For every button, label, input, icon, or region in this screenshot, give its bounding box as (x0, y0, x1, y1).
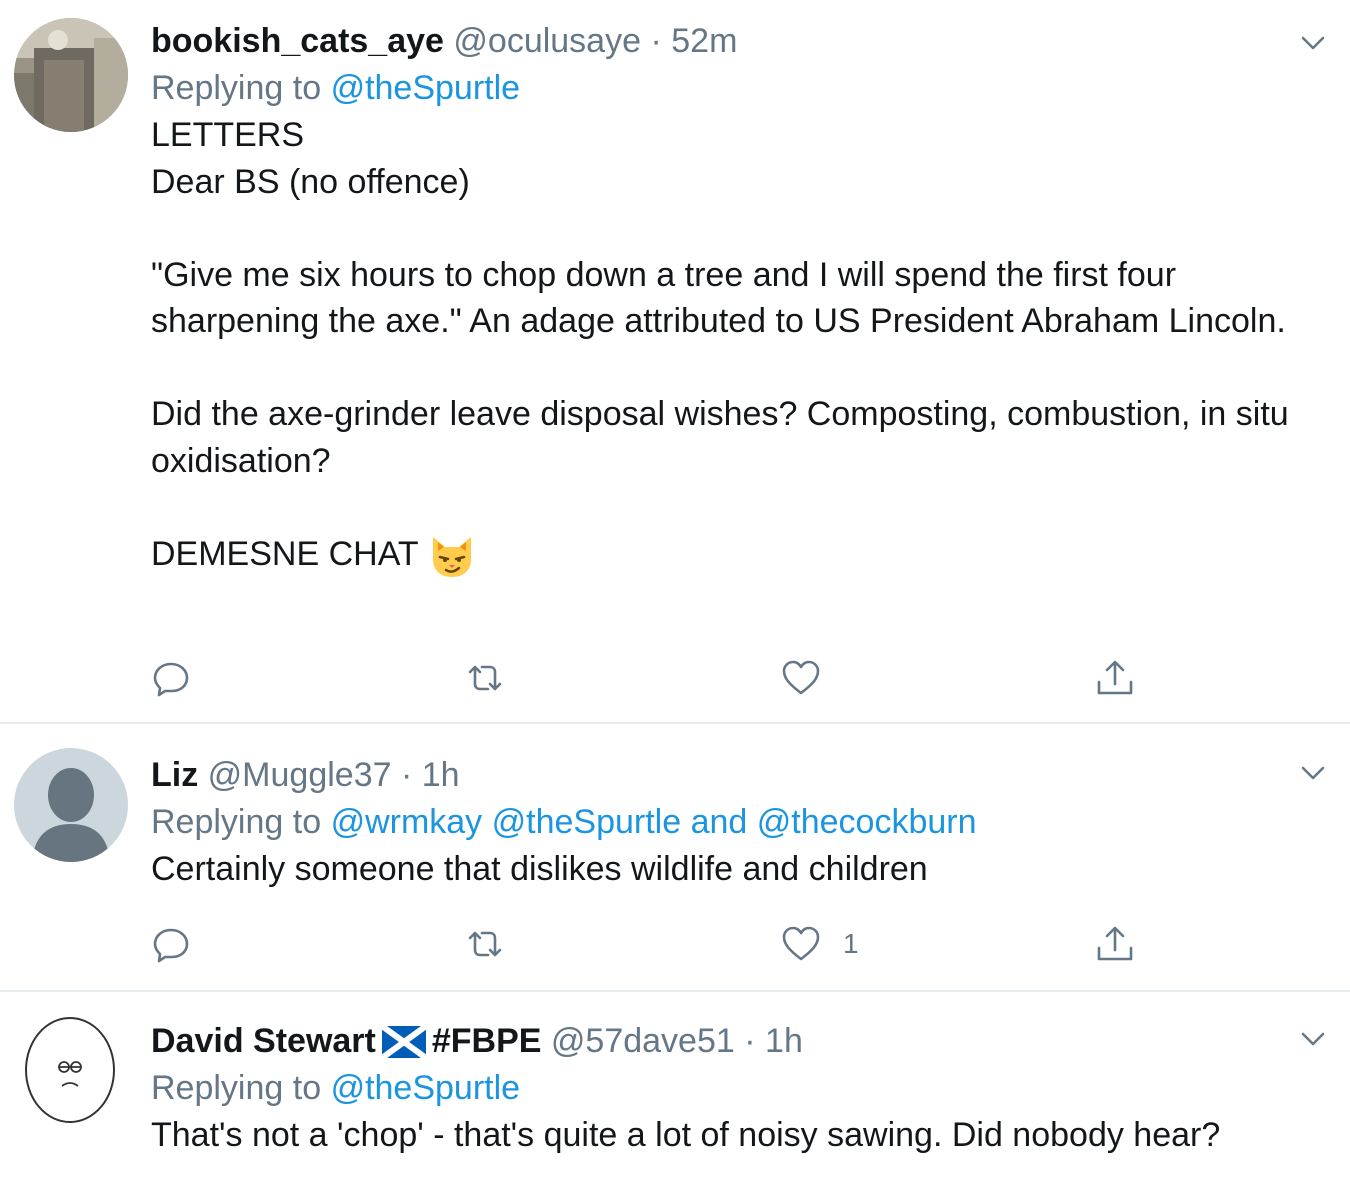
tweet-line: "Give me six hours to chop down a tree a… (151, 255, 1286, 341)
tweet-line: That's not a 'chop' - that's quite a lot… (151, 1116, 1221, 1154)
display-name-suffix[interactable]: #FBPE (432, 1022, 542, 1060)
scotland-flag-icon (380, 1023, 428, 1061)
like-count: 1 (843, 928, 859, 959)
heart-icon (782, 926, 820, 961)
tweet[interactable]: David Stewart #FBPE @57dave51 · 1h Replyi… (0, 992, 1350, 1184)
avatar[interactable] (14, 18, 128, 132)
timestamp[interactable]: 1h (765, 1022, 803, 1060)
like-button[interactable] (781, 656, 843, 700)
display-name[interactable]: bookish_cats_aye (151, 22, 444, 60)
reply-icon (153, 662, 189, 697)
chevron-down-icon[interactable] (1298, 28, 1328, 58)
replying-to: Replying to @theSpurtle (151, 64, 1320, 112)
mention-link[interactable]: @theSpurtle (331, 69, 521, 107)
replying-prefix: Replying to (151, 1069, 322, 1107)
user-handle[interactable]: @57dave51 (551, 1022, 735, 1060)
tweet-line: Dear BS (no offence) (151, 162, 470, 201)
tweet-text: Certainly someone that dislikes wildlife… (151, 846, 1320, 893)
tweet-text: That's not a 'chop' - that's quite a lot… (151, 1112, 1320, 1159)
replying-prefix: Replying to (151, 69, 322, 107)
retweet-icon (468, 665, 502, 691)
heart-icon (782, 660, 820, 695)
tweet-text: LETTERS Dear BS (no offence) "Give me si… (151, 112, 1320, 579)
tweet[interactable]: Liz @Muggle37 · 1h Replying to @wrmkay @… (0, 724, 1350, 992)
chevron-down-icon[interactable] (1298, 758, 1328, 788)
tweet-line: LETTERS (151, 116, 305, 154)
retweet-button[interactable] (465, 656, 505, 700)
tweet-actions (151, 656, 1201, 700)
tweet-line-with-emoji: DEMESNE CHAT (151, 531, 1320, 579)
reply-button[interactable] (151, 922, 191, 966)
share-icon (1097, 926, 1133, 961)
tweet-line: Certainly someone that dislikes wildlife… (151, 850, 928, 888)
separator-dot: · (744, 1022, 756, 1060)
tweet[interactable]: bookish_cats_aye @oculusaye · 52m Replyi… (0, 0, 1350, 724)
timestamp[interactable]: 1h (422, 756, 460, 794)
user-handle[interactable]: @oculusaye (453, 22, 641, 60)
reply-button[interactable] (151, 656, 191, 700)
separator-dot: · (400, 756, 413, 794)
user-handle[interactable]: @Muggle37 (208, 756, 392, 794)
display-name[interactable]: Liz (151, 756, 198, 794)
replying-to: Replying to @theSpurtle (151, 1064, 1320, 1112)
share-icon (1097, 660, 1133, 695)
share-button[interactable] (1095, 922, 1135, 966)
separator-dot: · (650, 22, 662, 60)
replying-prefix: Replying to (151, 803, 322, 841)
tweet-actions: 1 (151, 922, 1201, 966)
avatar[interactable] (14, 748, 128, 862)
mention-link[interactable]: @theSpurtle (331, 1069, 521, 1107)
retweet-button[interactable] (465, 922, 505, 966)
chevron-down-icon[interactable] (1298, 1024, 1328, 1054)
tweet-line: Did the axe-grinder leave disposal wishe… (151, 395, 1289, 480)
mention-link[interactable]: @wrmkay @theSpurtle and @thecockburn (331, 803, 977, 841)
tweet-line: DEMESNE CHAT (151, 534, 419, 573)
retweet-icon (468, 931, 502, 957)
share-button[interactable] (1095, 656, 1135, 700)
smirking-cat-emoji-icon (429, 533, 475, 579)
display-name[interactable]: David Stewart (151, 1022, 376, 1060)
avatar[interactable] (14, 1014, 126, 1126)
like-button[interactable]: 1 (781, 922, 859, 966)
reply-icon (153, 928, 189, 963)
timestamp[interactable]: 52m (671, 22, 737, 60)
replying-to: Replying to @wrmkay @theSpurtle and @the… (151, 798, 1320, 846)
